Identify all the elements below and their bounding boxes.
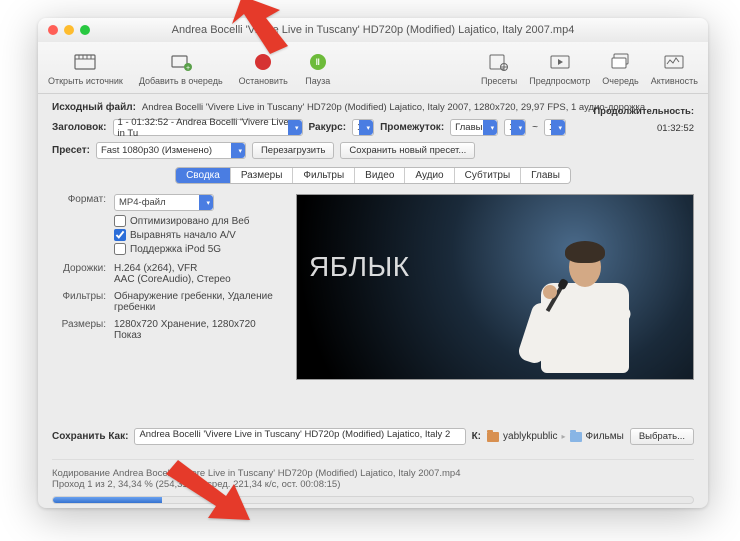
settings-panel: Формат: MP4-файл▾ Оптимизировано для Веб… xyxy=(52,194,282,380)
saveas-filename[interactable]: Andrea Bocelli 'Vivere Live in Tuscany' … xyxy=(134,428,465,445)
pause-label: Пауза xyxy=(305,76,330,86)
tab-dimensions[interactable]: Размеры xyxy=(231,168,294,183)
dest-label: К: xyxy=(472,431,481,442)
tab-summary[interactable]: Сводка xyxy=(176,168,231,183)
saveas-label: Сохранить Как: xyxy=(52,431,128,442)
preview-button[interactable]: Предпросмотр xyxy=(529,50,590,86)
preset-label: Пресет: xyxy=(52,145,90,156)
tab-video[interactable]: Видео xyxy=(355,168,405,183)
film-icon xyxy=(71,50,99,74)
title-select[interactable]: 1 - 01:32:52 - Andrea Bocelli 'Vivere Li… xyxy=(113,119,303,136)
folder-icon xyxy=(570,432,582,442)
pause-button[interactable]: Пауза xyxy=(304,50,332,86)
chevron-right-icon: ▸ xyxy=(562,432,566,441)
progress-bar xyxy=(52,496,694,504)
tab-subtitles[interactable]: Субтитры xyxy=(455,168,522,183)
range-type-select[interactable]: Главы▾ xyxy=(450,119,498,136)
status-line2: Проход 1 из 2, 34,34 % (254,31 к/с, сред… xyxy=(52,479,694,490)
queue-button[interactable]: Очередь xyxy=(602,50,638,86)
presets-icon xyxy=(485,50,513,74)
open-source-label: Открыть источник xyxy=(48,76,123,86)
web-opt-checkbox[interactable]: Оптимизировано для Веб xyxy=(114,215,282,227)
align-av-checkbox[interactable]: Выравнять начало A/V xyxy=(114,229,282,241)
dest-path[interactable]: yablykpublic ▸ Фильмы xyxy=(487,431,624,442)
format-select[interactable]: MP4-файл▾ xyxy=(114,194,214,211)
stop-button[interactable]: Остановить xyxy=(239,50,288,86)
filters-value: Обнаружение гребенки, Удаление гребенки xyxy=(114,291,282,313)
range-from-select[interactable]: 1▾ xyxy=(504,119,526,136)
range-to-select[interactable]: 1▾ xyxy=(544,119,566,136)
watermark: ЯБЛЫК xyxy=(309,251,410,283)
preset-select[interactable]: Fast 1080p30 (Изменено)▾ xyxy=(96,142,246,159)
add-queue-label: Добавить в очередь xyxy=(139,76,223,86)
status-bar: Кодирование Andrea Bocelli 'Vivere Live … xyxy=(52,459,694,504)
reload-button[interactable]: Перезагрузить xyxy=(252,142,334,159)
add-queue-icon: + xyxy=(167,50,195,74)
preview-icon xyxy=(546,50,574,74)
tracks-label: Дорожки: xyxy=(52,263,106,274)
folder-icon xyxy=(487,432,499,442)
presets-button[interactable]: Пресеты xyxy=(481,50,517,86)
toolbar: Открыть источник + Добавить в очередь Ос… xyxy=(38,42,708,94)
svg-text:+: + xyxy=(186,65,190,72)
source-file-value: Andrea Bocelli 'Vivere Live in Tuscany' … xyxy=(142,102,645,113)
angle-select[interactable]: 1▾ xyxy=(352,119,374,136)
tabs: Сводка Размеры Фильтры Видео Аудио Субти… xyxy=(175,167,571,184)
tab-filters[interactable]: Фильтры xyxy=(293,168,355,183)
stop-label: Остановить xyxy=(239,76,288,86)
pause-icon xyxy=(310,54,326,70)
content-area: Исходный файл: Andrea Bocelli 'Vivere Li… xyxy=(38,94,708,512)
save-preset-button[interactable]: Сохранить новый пресет... xyxy=(340,142,475,159)
status-line1: Кодирование Andrea Bocelli 'Vivere Live … xyxy=(52,468,694,479)
add-queue-button[interactable]: + Добавить в очередь xyxy=(139,50,223,86)
queue-icon xyxy=(607,50,635,74)
ipod-checkbox[interactable]: Поддержка iPod 5G xyxy=(114,243,282,255)
source-file-label: Исходный файл: xyxy=(52,102,136,113)
activity-button[interactable]: Активность xyxy=(651,50,698,86)
tab-audio[interactable]: Аудио xyxy=(405,168,454,183)
video-preview: ЯБЛЫК xyxy=(296,194,694,380)
browse-button[interactable]: Выбрать... xyxy=(630,428,694,445)
app-window: Andrea Bocelli 'Vivere Live in Tuscany' … xyxy=(38,18,708,508)
open-source-button[interactable]: Открыть источник xyxy=(48,50,123,86)
duration-value: 01:32:52 xyxy=(593,123,694,134)
filters-label: Фильтры: xyxy=(52,291,106,302)
tracks-value: H.264 (x264), VFR AAC (CoreAudio), Стере… xyxy=(114,263,282,285)
angle-label: Ракурс: xyxy=(309,122,347,133)
range-tilde: ~ xyxy=(532,122,538,133)
titlebar: Andrea Bocelli 'Vivere Live in Tuscany' … xyxy=(38,18,708,42)
size-value: 1280x720 Хранение, 1280x720 Показ xyxy=(114,319,282,341)
activity-icon xyxy=(660,50,688,74)
window-title: Andrea Bocelli 'Vivere Live in Tuscany' … xyxy=(38,24,708,36)
tab-chapters[interactable]: Главы xyxy=(521,168,570,183)
stop-icon xyxy=(255,54,271,70)
size-label: Размеры: xyxy=(52,319,106,330)
format-label: Формат: xyxy=(52,194,106,205)
duration-box: Продолжительность: 01:32:52 xyxy=(593,106,694,134)
title-label: Заголовок: xyxy=(52,122,107,133)
range-label: Промежуток: xyxy=(380,122,444,133)
